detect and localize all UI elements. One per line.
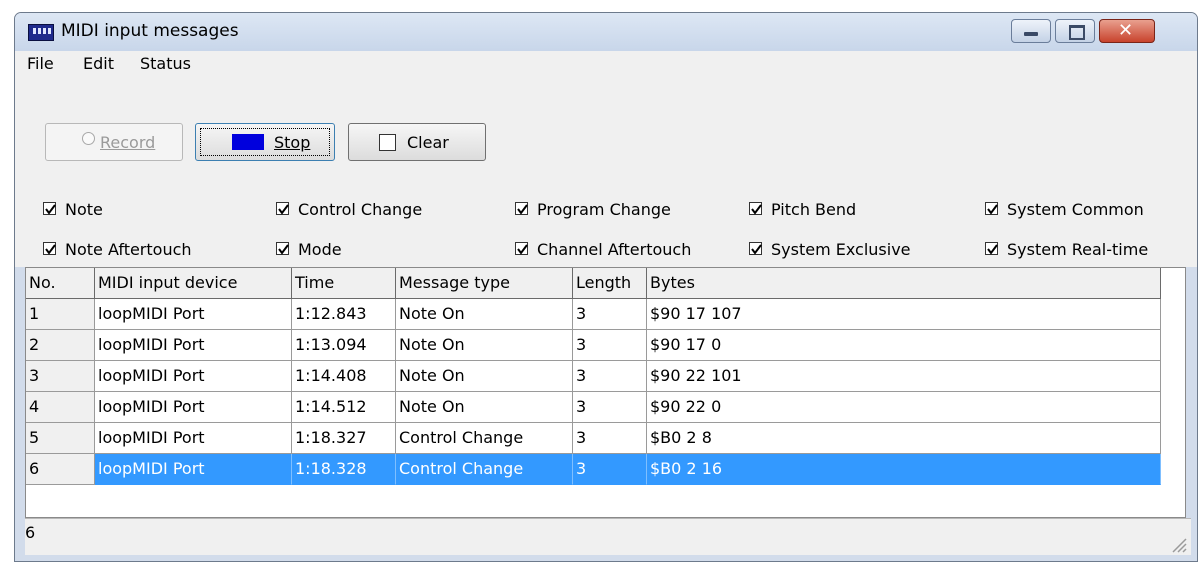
table-cell-col-device[interactable]: loopMIDI Port [95, 454, 292, 485]
table-cell-col-message-type[interactable]: Control Change [396, 423, 573, 454]
table-cell-col-message-type[interactable]: Note On [396, 299, 573, 330]
menu-bar: File Edit Status [15, 51, 1197, 77]
clear-square-icon [379, 134, 396, 151]
table-cell-col-message-type[interactable]: Control Change [396, 454, 573, 485]
table-cell-col-message-type[interactable]: Note On [396, 361, 573, 392]
checkbox-checked-icon [515, 242, 528, 255]
minimize-icon [1024, 32, 1038, 36]
midi-input-window: MIDI input messages ✕ File Edit Status R… [14, 12, 1198, 562]
table-cell-col-device[interactable]: loopMIDI Port [95, 392, 292, 423]
table-cell-col-device[interactable]: loopMIDI Port [95, 423, 292, 454]
stop-square-icon [232, 134, 264, 150]
table-cell-col-no[interactable]: 2 [26, 330, 95, 361]
table-cell-col-bytes[interactable]: $90 22 101 [647, 361, 1161, 392]
stop-button[interactable]: Stop [195, 123, 335, 161]
header-col-time[interactable]: Time [292, 268, 396, 299]
table-cell-col-no[interactable]: 5 [26, 423, 95, 454]
checkbox-checked-icon [43, 202, 56, 215]
checkbox-checked-icon [749, 202, 762, 215]
header-col-bytes[interactable]: Bytes [647, 268, 1161, 299]
table-cell-col-length[interactable]: 3 [573, 392, 647, 423]
table-cell-col-bytes[interactable]: $90 22 0 [647, 392, 1161, 423]
checkbox-checked-icon [515, 202, 528, 215]
table-cell-col-no[interactable]: 4 [26, 392, 95, 423]
record-button[interactable]: Record [45, 123, 183, 161]
checkbox-checked-icon [276, 202, 289, 215]
table-cell-col-length[interactable]: 3 [573, 299, 647, 330]
table-cell-col-length[interactable]: 3 [573, 361, 647, 392]
table-cell-col-bytes[interactable]: $B0 2 16 [647, 454, 1161, 485]
menu-edit[interactable]: Edit [83, 54, 114, 73]
header-col-message-type[interactable]: Message type [396, 268, 573, 299]
table-cell-col-device[interactable]: loopMIDI Port [95, 299, 292, 330]
status-count: 6 [25, 523, 36, 542]
table-cell-col-no[interactable]: 3 [26, 361, 95, 392]
table-cell-col-no[interactable]: 1 [26, 299, 95, 330]
checkbox-checked-icon [276, 242, 289, 255]
table-cell-col-no[interactable]: 6 [26, 454, 95, 485]
status-bar: 6 [25, 518, 1191, 555]
table-cell-col-length[interactable]: 3 [573, 454, 647, 485]
window-title: MIDI input messages [61, 21, 239, 41]
checkbox-checked-icon [985, 242, 998, 255]
table-cell-col-message-type[interactable]: Note On [396, 392, 573, 423]
header-col-length[interactable]: Length [573, 268, 647, 299]
table-cell-col-time[interactable]: 1:18.327 [292, 423, 396, 454]
table-cell-col-message-type[interactable]: Note On [396, 330, 573, 361]
table-cell-col-bytes[interactable]: $B0 2 8 [647, 423, 1161, 454]
table-cell-col-time[interactable]: 1:13.094 [292, 330, 396, 361]
resize-grip-icon[interactable] [1169, 535, 1187, 553]
toolbar: Record Stop Clear Note Control Change Pr… [15, 77, 1197, 267]
table-cell-col-bytes[interactable]: $90 17 107 [647, 299, 1161, 330]
clear-label: Clear [407, 133, 449, 152]
header-col-no[interactable]: No. [26, 268, 95, 299]
table-cell-col-bytes[interactable]: $90 17 0 [647, 330, 1161, 361]
clear-button[interactable]: Clear [348, 123, 486, 161]
record-radio-icon [82, 132, 95, 145]
checkbox-checked-icon [985, 202, 998, 215]
header-col-device[interactable]: MIDI input device [95, 268, 292, 299]
maximize-icon [1069, 25, 1085, 40]
table-cell-col-time[interactable]: 1:12.843 [292, 299, 396, 330]
record-label: Record [100, 133, 156, 152]
minimize-button[interactable] [1011, 19, 1051, 43]
menu-file[interactable]: File [27, 54, 54, 73]
table-cell-col-length[interactable]: 3 [573, 330, 647, 361]
title-bar[interactable]: MIDI input messages ✕ [15, 13, 1197, 51]
menu-status[interactable]: Status [140, 54, 191, 73]
close-icon: ✕ [1118, 20, 1134, 41]
maximize-button[interactable] [1055, 19, 1095, 43]
close-button[interactable]: ✕ [1099, 19, 1155, 43]
table-cell-col-device[interactable]: loopMIDI Port [95, 361, 292, 392]
checkbox-checked-icon [43, 242, 56, 255]
checkbox-checked-icon [749, 242, 762, 255]
stop-label: Stop [274, 133, 311, 152]
midi-keyboard-icon [28, 24, 54, 41]
table-cell-col-time[interactable]: 1:14.512 [292, 392, 396, 423]
table-cell-col-length[interactable]: 3 [573, 423, 647, 454]
table-cell-col-device[interactable]: loopMIDI Port [95, 330, 292, 361]
table-cell-col-time[interactable]: 1:14.408 [292, 361, 396, 392]
table-cell-col-time[interactable]: 1:18.328 [292, 454, 396, 485]
messages-grid[interactable]: No. MIDI input device Time Message type Leng… [25, 267, 1186, 518]
